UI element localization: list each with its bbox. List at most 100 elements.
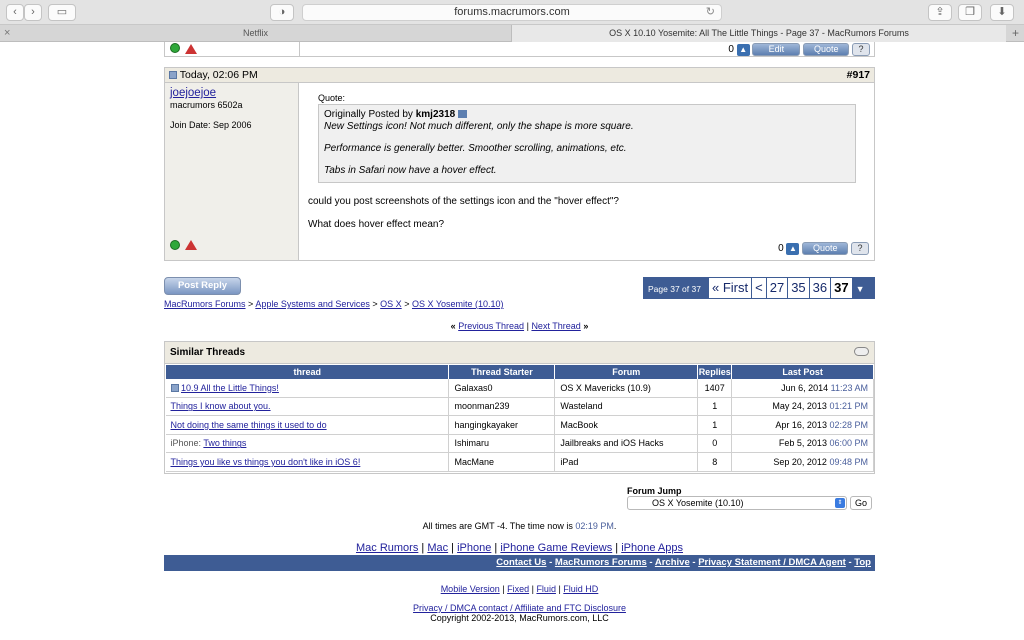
- column-header[interactable]: Thread Starter: [448, 364, 556, 379]
- privacy-icon[interactable]: ◑: [270, 4, 294, 21]
- fluid-link[interactable]: Fluid: [536, 584, 556, 594]
- tab-macrumors[interactable]: OS X 10.10 Yosemite: All The Little Thin…: [512, 25, 1006, 42]
- legal-link[interactable]: Privacy / DMCA contact / Affiliate and F…: [413, 603, 626, 613]
- quote-posted-by: Originally Posted by: [324, 109, 413, 120]
- thread-link[interactable]: Not doing the same things it used to do: [171, 420, 327, 430]
- new-tab-button[interactable]: +: [1012, 25, 1019, 41]
- previous-thread-link[interactable]: Previous Thread: [458, 321, 524, 331]
- starter-cell: moonman239: [448, 397, 556, 416]
- privacy-link[interactable]: Privacy Statement / DMCA Agent: [698, 557, 846, 568]
- last-post-time: 06:00 PM: [829, 438, 868, 449]
- post-icon: [169, 71, 177, 80]
- footer-separator: -: [549, 557, 553, 568]
- online-status-icon: [170, 43, 180, 53]
- replies-cell: 1: [697, 397, 733, 416]
- forum-jump-select[interactable]: OS X Yosemite (10.10) ⇕: [627, 496, 847, 510]
- breadcrumb-link[interactable]: OS X: [380, 299, 402, 309]
- go-button[interactable]: Go: [850, 496, 872, 510]
- thread-cell: 10.9 All the Little Things!: [165, 378, 450, 398]
- multiquote-icon[interactable]: ?: [851, 242, 869, 255]
- post-reply-button[interactable]: Post Reply: [164, 277, 241, 295]
- report-icon[interactable]: [185, 240, 197, 250]
- mobile-version-link[interactable]: Mobile Version: [441, 584, 500, 594]
- tab-netflix[interactable]: Netflix: [0, 25, 512, 42]
- upvote-icon[interactable]: ▲: [786, 242, 800, 255]
- nav-mark: »: [583, 321, 589, 331]
- thread-link[interactable]: Things you like vs things you don't like…: [171, 457, 361, 467]
- view-post-icon[interactable]: [457, 110, 467, 119]
- share-icon[interactable]: ⇪: [928, 4, 952, 21]
- back-button[interactable]: ‹: [6, 4, 24, 21]
- next-thread-link[interactable]: Next Thread: [531, 321, 580, 331]
- page-prev[interactable]: <: [751, 278, 766, 298]
- reload-icon[interactable]: ↻: [706, 5, 715, 20]
- archive-link[interactable]: Archive: [655, 557, 690, 568]
- quote-block: Originally Posted by kmj2318 New Setting…: [318, 104, 856, 183]
- footer-link[interactable]: Mac: [427, 542, 448, 554]
- page-link[interactable]: 27: [765, 278, 788, 298]
- footer-link[interactable]: iPhone Apps: [621, 542, 683, 554]
- thread-link[interactable]: Two things: [203, 438, 246, 448]
- downloads-icon[interactable]: ⬇: [990, 4, 1014, 21]
- last-post-time: 02:28 PM: [829, 419, 868, 430]
- url-text: forums.macrumors.com: [454, 6, 570, 18]
- legal-links: Privacy / DMCA contact / Affiliate and F…: [164, 603, 875, 613]
- similar-threads-table: thread Thread Starter Forum Replies Last…: [164, 364, 874, 472]
- starter-cell: MacMane: [448, 452, 556, 472]
- column-header[interactable]: Replies: [697, 364, 733, 379]
- footer-separator: -: [649, 557, 653, 568]
- table-row: 10.9 All the Little Things! Galaxas0 OS …: [165, 378, 874, 398]
- quote-button[interactable]: Quote: [803, 43, 850, 56]
- quote-button[interactable]: Quote: [802, 242, 849, 255]
- thread-cell: Not doing the same things it used to do: [165, 415, 450, 435]
- forward-button[interactable]: ›: [24, 4, 42, 21]
- last-post-date: Feb 5, 2013: [778, 438, 827, 449]
- contact-us-link[interactable]: Contact Us: [496, 557, 546, 568]
- footer-links: Mac Rumors | Mac | iPhone | iPhone Game …: [356, 542, 683, 554]
- breadcrumb-link[interactable]: Apple Systems and Services: [255, 299, 370, 309]
- top-link[interactable]: Top: [854, 557, 871, 568]
- post: Today, 02:06 PM #917 joejoejoe macrumors…: [164, 67, 875, 261]
- timezone-note: All times are GMT -4. The time now is 02…: [164, 521, 875, 531]
- column-header[interactable]: Last Post: [731, 364, 874, 379]
- post-number[interactable]: #917: [847, 68, 870, 82]
- tabs-overview-icon[interactable]: ❐: [958, 4, 982, 21]
- thread-link[interactable]: Things I know about you.: [171, 401, 271, 411]
- starter-cell: Ishimaru: [448, 434, 556, 453]
- current-time: 02:19 PM: [575, 521, 614, 531]
- thread-link[interactable]: 10.9 All the Little Things!: [181, 383, 279, 393]
- upvote-icon[interactable]: ▲: [736, 43, 750, 56]
- last-post-cell: Sep 20, 2012 09:48 PM: [731, 452, 874, 472]
- address-bar[interactable]: forums.macrumors.com ↻: [302, 4, 722, 21]
- page-link[interactable]: 35: [787, 278, 809, 298]
- footer-link[interactable]: Mac Rumors: [356, 542, 418, 554]
- page-menu-icon[interactable]: ▼: [851, 279, 868, 299]
- similar-threads: Similar Threads thread Thread Starter Fo…: [164, 341, 875, 474]
- edit-button[interactable]: Edit: [752, 43, 801, 56]
- replies-cell: 1407: [697, 378, 733, 398]
- last-post-time: 01:21 PM: [829, 401, 868, 412]
- column-header[interactable]: thread: [164, 364, 450, 379]
- thread-cell: Things I know about you.: [165, 397, 450, 416]
- collapse-icon[interactable]: [854, 347, 869, 356]
- last-post-cell: May 24, 2013 01:21 PM: [731, 397, 874, 416]
- user-info: joejoejoe macrumors 6502a Join Date: Sep…: [165, 83, 299, 260]
- forums-home-link[interactable]: MacRumors Forums: [555, 557, 647, 568]
- column-header[interactable]: Forum: [554, 364, 699, 379]
- page-first[interactable]: « First: [708, 278, 752, 298]
- page-link[interactable]: 36: [808, 278, 831, 298]
- join-date: Join Date: Sep 2006: [170, 120, 252, 130]
- breadcrumb-link[interactable]: OS X Yosemite (10.10): [412, 299, 504, 309]
- last-post-date: Jun 6, 2014: [781, 382, 829, 393]
- footer-link[interactable]: iPhone: [457, 542, 491, 554]
- username-link[interactable]: joejoejoe: [170, 87, 216, 99]
- footer-link[interactable]: iPhone Game Reviews: [500, 542, 612, 554]
- fluid-hd-link[interactable]: Fluid HD: [563, 584, 598, 594]
- sidebar-icon[interactable]: ▭: [48, 4, 76, 21]
- fixed-link[interactable]: Fixed: [507, 584, 529, 594]
- breadcrumb-link[interactable]: MacRumors Forums: [164, 299, 246, 309]
- quote-attribution: Originally Posted by kmj2318: [324, 109, 850, 120]
- last-post-date: Sep 20, 2012: [773, 456, 827, 467]
- report-icon[interactable]: [185, 44, 197, 54]
- multiquote-icon[interactable]: ?: [852, 43, 870, 56]
